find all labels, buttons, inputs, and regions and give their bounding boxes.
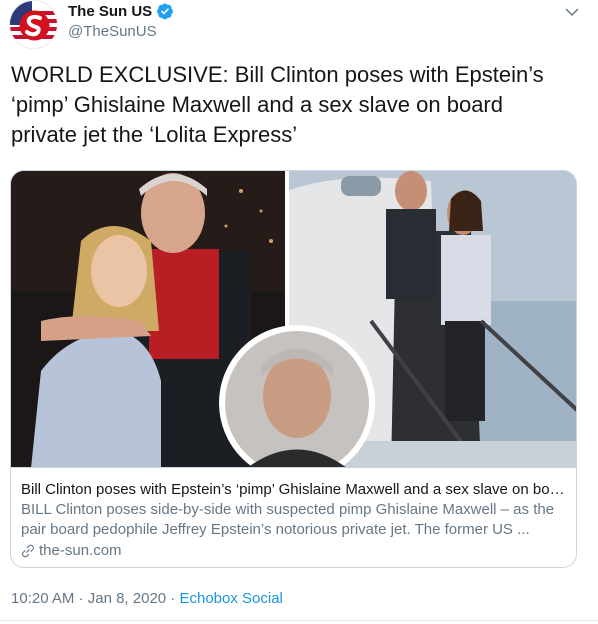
tweet-source[interactable]: Echobox Social bbox=[179, 590, 282, 607]
verified-badge-icon bbox=[157, 3, 174, 20]
tweet-text: WORLD EXCLUSIVE: Bill Clinton poses with… bbox=[11, 62, 544, 147]
tweet-date[interactable]: Jan 8, 2020 bbox=[88, 590, 166, 607]
tweet-meta: 10:20 AM · Jan 8, 2020 · Echobox Social bbox=[11, 590, 283, 607]
link-card[interactable]: Bill Clinton poses with Epstein’s ‘pimp’… bbox=[10, 170, 577, 568]
card-photo-collage bbox=[11, 171, 576, 467]
tweet-time[interactable]: 10:20 AM bbox=[11, 590, 74, 607]
meta-separator: · bbox=[74, 590, 88, 607]
tweet: The Sun US @TheSunUS WORLD EXCLUSIVE: Bi… bbox=[0, 0, 598, 624]
meta-separator-2: · bbox=[166, 590, 180, 607]
handle[interactable]: @TheSunUS bbox=[68, 23, 174, 40]
author-block[interactable]: The Sun US @TheSunUS bbox=[68, 1, 174, 40]
card-image[interactable] bbox=[11, 171, 576, 468]
link-icon bbox=[22, 544, 34, 558]
display-name[interactable]: The Sun US bbox=[68, 3, 152, 20]
the-sun-logo-icon bbox=[10, 1, 57, 48]
card-title[interactable]: Bill Clinton poses with Epstein’s ‘pimp’… bbox=[21, 480, 567, 500]
chevron-down-icon[interactable] bbox=[564, 4, 580, 20]
card-domain-text: the-sun.com bbox=[39, 542, 122, 559]
avatar[interactable] bbox=[9, 0, 58, 49]
card-description: BILL Clinton poses side-by-side with sus… bbox=[21, 501, 555, 538]
card-domain[interactable]: the-sun.com bbox=[21, 541, 568, 561]
divider bbox=[0, 620, 598, 621]
name-row: The Sun US bbox=[68, 1, 174, 21]
card-body[interactable]: Bill Clinton poses with Epstein’s ‘pimp’… bbox=[11, 468, 576, 567]
